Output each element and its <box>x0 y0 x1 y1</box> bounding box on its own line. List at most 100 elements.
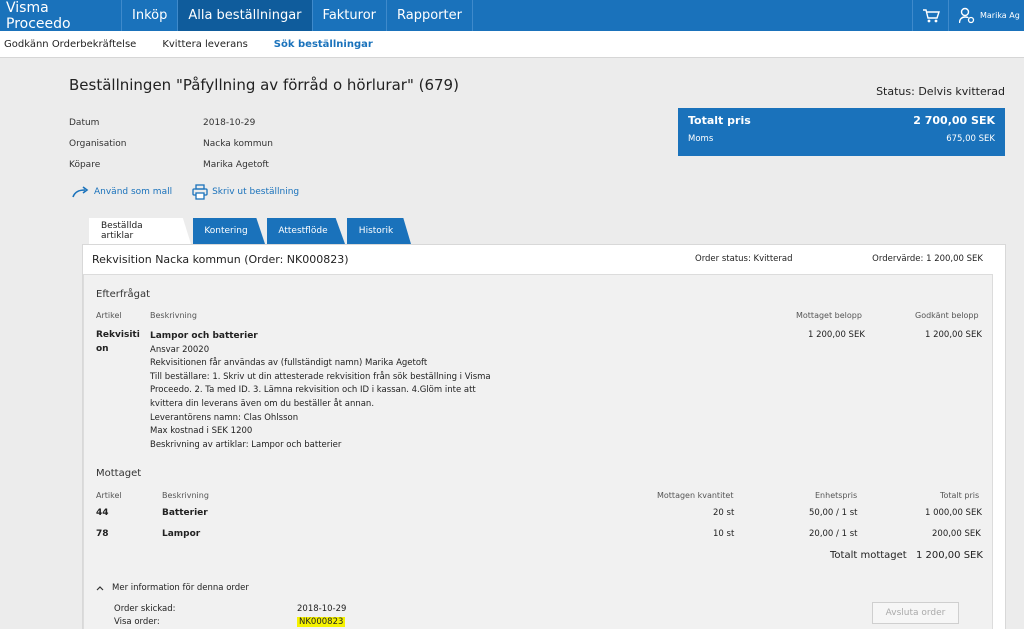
order-sent-label: Order skickad: <box>114 604 176 614</box>
col-head-description: Beskrivning <box>150 311 197 320</box>
description-line: Beskrivning av artiklar: Lampor och batt… <box>150 439 342 450</box>
requisition-title: Rekvisition Nacka kommun (Order: NK00082… <box>92 253 349 266</box>
row-article: 44 <box>96 508 109 518</box>
order-details-panel: Efterfrågat Artikel Beskrivning Mottaget… <box>83 274 993 629</box>
total-received-label: Totalt mottaget <box>830 550 907 561</box>
meta-value: Marika Agetoft <box>203 159 269 170</box>
row-total: 1 000,00 SEK <box>925 508 982 518</box>
meta-row-organisation: Organisation Nacka kommun <box>69 133 273 154</box>
col-head-article: Artikel <box>96 491 122 500</box>
row-quantity: 10 st <box>713 529 735 539</box>
meta-label: Köpare <box>69 159 101 170</box>
col-head-description: Beskrivning <box>162 491 209 500</box>
cart-button[interactable] <box>912 0 948 31</box>
nav-alla-bestallningar[interactable]: Alla beställningar <box>178 0 313 31</box>
order-tabs: Beställda artiklar Kontering Attestflöde… <box>89 218 413 244</box>
description-line: Leverantörens namn: Clas Ohlsson <box>150 412 299 423</box>
meta-label: Organisation <box>69 138 127 149</box>
view-order-link[interactable]: NK000823 <box>297 617 346 627</box>
nav-inkop[interactable]: Inköp <box>122 0 179 31</box>
tab-kontering[interactable]: Kontering <box>193 218 265 244</box>
more-info-label: Mer information för denna order <box>112 583 249 593</box>
close-order-button[interactable]: Avsluta order <box>872 602 959 624</box>
use-as-template-link[interactable]: Använd som mall <box>72 186 172 198</box>
description-line: Max kostnad i SEK 1200 <box>150 426 253 437</box>
total-price-label: Totalt pris <box>688 114 751 127</box>
order-value: Ordervärde: 1 200,00 SEK <box>872 254 983 264</box>
meta-label: Datum <box>69 117 100 128</box>
row-unit-price: 50,00 / 1 st <box>809 508 858 518</box>
order-sent-value: 2018-10-29 <box>297 604 347 614</box>
sub-navigation: Godkänn Orderbekräftelse Kvittera levera… <box>0 31 1024 58</box>
nav-fakturor[interactable]: Fakturor <box>313 0 388 31</box>
approved-amount-value: 1 200,00 SEK <box>925 330 982 340</box>
row-article: 78 <box>96 529 109 539</box>
view-order-label: Visa order: <box>114 617 160 627</box>
subnav-kvittera-leverans[interactable]: Kvittera leverans <box>162 39 247 50</box>
meta-row-kopare: Köpare Marika Agetoft <box>69 154 273 175</box>
tab-attestflode[interactable]: Attestflöde <box>267 218 345 244</box>
user-name: Marika Ag <box>980 11 1020 20</box>
col-head-received-quantity: Mottagen kvantitet <box>657 491 734 500</box>
row-quantity: 20 st <box>713 508 735 518</box>
total-price-value: 2 700,00 SEK <box>913 114 995 127</box>
description-line: Proceedo. 2. Ta med ID. 3. Lämna rekvisi… <box>150 385 476 396</box>
total-price-row: Totalt pris 2 700,00 SEK <box>688 114 995 127</box>
more-info-toggle[interactable]: Mer information för denna order <box>96 583 249 593</box>
chevron-up-icon <box>96 586 104 591</box>
use-as-template-label: Använd som mall <box>94 187 173 197</box>
meta-value: 2018-10-29 <box>203 117 256 128</box>
meta-row-datum: Datum 2018-10-29 <box>69 112 273 133</box>
article-requisition-line1: Rekvisiti <box>96 330 140 340</box>
col-head-unit-price: Enhetspris <box>815 491 858 500</box>
moms-value: 675,00 SEK <box>946 134 995 144</box>
user-menu-button[interactable]: Marika Ag <box>948 0 1024 31</box>
brand-logo[interactable]: Visma Proceedo <box>0 0 122 32</box>
info-row-order-sent: Order skickad: 2018-10-29 <box>114 604 346 614</box>
top-navigation-bar: Visma Proceedo Inköp Alla beställningar … <box>0 0 1024 32</box>
description-line: Rekvisitionen får användas av (fullständ… <box>150 358 428 369</box>
total-received-value: 1 200,00 SEK <box>916 550 983 561</box>
tab-bestallda-artiklar[interactable]: Beställda artiklar <box>89 218 191 244</box>
print-order-label: Skriv ut beställning <box>212 187 300 197</box>
nav-rapporter[interactable]: Rapporter <box>387 0 473 31</box>
received-amount-value: 1 200,00 SEK <box>808 330 865 340</box>
order-meta: Datum 2018-10-29 Organisation Nacka komm… <box>69 112 273 175</box>
article-requisition-line2: on <box>96 344 109 354</box>
col-head-article: Artikel <box>96 311 122 320</box>
row-unit-price: 20,00 / 1 st <box>809 529 858 539</box>
printer-icon <box>192 184 208 200</box>
moms-label: Moms <box>688 134 714 144</box>
order-status: Order status: Kvitterad <box>695 254 793 264</box>
meta-value: Nacka kommun <box>203 138 273 149</box>
description-line: Ansvar 20020 <box>150 344 210 355</box>
requisition-card: Rekvisition Nacka kommun (Order: NK00082… <box>82 244 1006 629</box>
info-row-view-order: Visa order: NK000823 <box>114 617 346 627</box>
order-actions: Använd som mall Skriv ut beställning <box>72 184 319 200</box>
description-line: Till beställare: 1. Skriv ut din atteste… <box>150 371 491 382</box>
col-head-total-price: Totalt pris <box>940 491 980 500</box>
section-title-mottaget: Mottaget <box>96 468 142 479</box>
subnav-godkann-orderbekraftelse[interactable]: Godkänn Orderbekräftelse <box>4 39 136 50</box>
col-head-approved-amount: Godkänt belopp <box>915 311 979 320</box>
print-order-link[interactable]: Skriv ut beställning <box>192 184 299 200</box>
subnav-sok-bestallningar[interactable]: Sök beställningar <box>274 39 373 50</box>
requisition-header: Rekvisition Nacka kommun (Order: NK00082… <box>83 245 1005 273</box>
page-title: Beställningen "Påfyllning av förråd o hö… <box>69 76 459 94</box>
requisition-description: Lampor och batterier Ansvar 20020 Rekvis… <box>150 330 510 452</box>
description-title: Lampor och batterier <box>150 331 258 341</box>
topbar-right: Marika Ag <box>912 0 1024 31</box>
cart-icon <box>922 8 940 22</box>
moms-row: Moms 675,00 SEK <box>688 134 995 144</box>
user-settings-icon <box>959 7 975 23</box>
row-description: Lampor <box>162 529 201 539</box>
share-arrow-icon <box>72 186 89 198</box>
section-title-efterfragat: Efterfrågat <box>96 289 151 300</box>
col-head-received-amount: Mottaget belopp <box>796 311 862 320</box>
total-price-box: Totalt pris 2 700,00 SEK Moms 675,00 SEK <box>678 108 1005 156</box>
tab-historik[interactable]: Historik <box>347 218 411 244</box>
row-description: Batterier <box>162 508 208 518</box>
row-total: 200,00 SEK <box>932 529 981 539</box>
order-status-text: Status: Delvis kvitterad <box>876 85 1005 98</box>
description-line: kvittera din leverans även om du beställ… <box>150 398 375 409</box>
